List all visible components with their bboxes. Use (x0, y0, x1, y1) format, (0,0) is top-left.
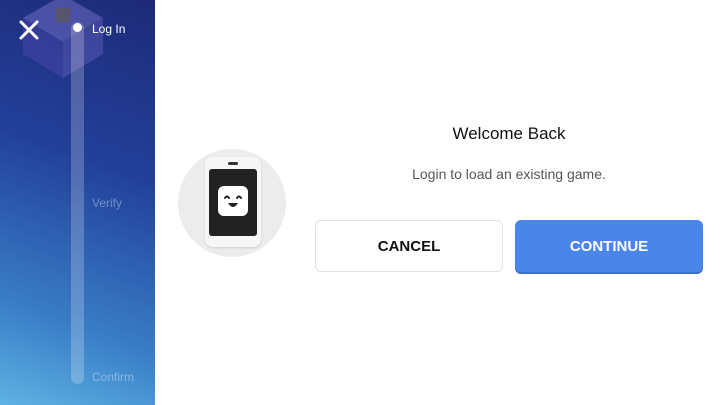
phone-face-icon (218, 186, 248, 216)
progress-indicator (73, 23, 82, 32)
progress-track (71, 22, 84, 384)
continue-button[interactable]: CONTINUE (515, 220, 703, 272)
dialog-title: Welcome Back (452, 124, 566, 143)
step-verify: Verify (92, 196, 123, 210)
progress-sidebar: Log In Verify Confirm (0, 0, 155, 405)
close-button[interactable] (15, 16, 43, 44)
step-login: Log In (92, 22, 126, 36)
cancel-button[interactable]: CANCEL (315, 220, 503, 272)
dialog-subtitle: Login to load an existing game. (412, 166, 606, 182)
phone-screen (209, 169, 257, 236)
phone-speaker (228, 162, 238, 165)
step-confirm: Confirm (92, 370, 135, 384)
phone-illustration (205, 157, 261, 247)
close-icon (19, 20, 39, 40)
